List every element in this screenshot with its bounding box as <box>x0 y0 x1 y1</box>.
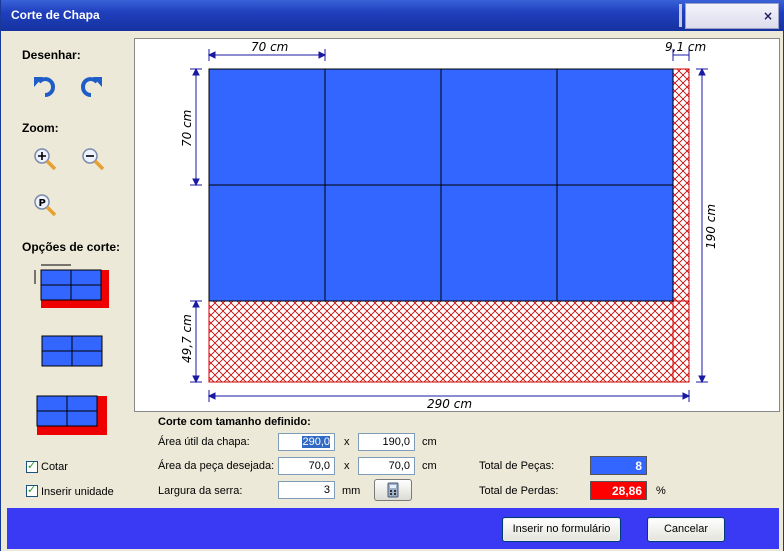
total-loss-value: 28,86 <box>590 481 647 500</box>
unit-cm-1: cm <box>422 436 437 448</box>
dim-bottom: 290 cm <box>427 397 472 411</box>
title-bar: Corte de Chapa × <box>1 0 784 31</box>
insert-unit-label: Inserir unidade <box>41 486 114 498</box>
times-sign-1: x <box>344 436 350 448</box>
sheet-area-label: Área útil da chapa: <box>158 436 250 448</box>
insert-unit-checkbox[interactable] <box>26 483 38 497</box>
cotar-checkbox[interactable] <box>26 459 38 473</box>
cotar-label: Cotar <box>41 461 68 473</box>
zoom-page-icon[interactable]: P <box>33 193 59 219</box>
waste-bottom <box>208 300 690 383</box>
dialog-window: Corte de Chapa × Desenhar: Zoom: P Opçõe… <box>0 0 784 551</box>
waste-right <box>672 68 690 302</box>
calculate-button[interactable] <box>374 479 412 501</box>
dim-top-right: 9,1 cm <box>665 40 706 54</box>
close-icon: × <box>762 9 773 23</box>
cut-option-3-button[interactable] <box>36 395 110 437</box>
dim-top: 70 cm <box>251 40 288 54</box>
zoom-out-icon[interactable] <box>81 147 107 173</box>
saw-width-input[interactable]: 3 <box>278 481 335 499</box>
total-pieces-value: 8 <box>590 456 647 475</box>
sheet-height-input[interactable]: 190,0 <box>358 433 415 451</box>
total-loss-label: Total de Perdas: <box>479 485 559 497</box>
cut-option-2-button[interactable] <box>41 335 105 369</box>
unit-cm-2: cm <box>422 460 437 472</box>
total-pieces-label: Total de Peças: <box>479 460 555 472</box>
cut-option-1-button[interactable] <box>31 262 113 312</box>
cut-diagram-canvas: 70 cm 9,1 cm 290 cm 70 cm 49,7 cm 190 cm <box>134 38 780 412</box>
close-button[interactable]: × <box>685 3 779 29</box>
window-title: Corte de Chapa <box>11 8 100 22</box>
piece-area-label: Área da peça desejada: <box>158 460 275 472</box>
undo-icon[interactable] <box>31 74 57 98</box>
cut-options-label: Opções de corte: <box>22 240 121 254</box>
calculator-icon <box>387 482 399 498</box>
cancel-button[interactable]: Cancelar <box>647 517 725 542</box>
cut-diagram: 70 cm 9,1 cm 290 cm 70 cm 49,7 cm 190 cm <box>180 40 718 411</box>
form-section-title: Corte com tamanho definido: <box>158 416 311 428</box>
piece-width-input[interactable]: 70,0 <box>278 457 335 475</box>
insert-into-form-button[interactable]: Inserir no formulário <box>502 517 621 542</box>
unit-mm: mm <box>342 485 361 497</box>
dim-left-top: 70 cm <box>180 110 194 147</box>
zoom-label: Zoom: <box>22 121 59 135</box>
sheet-width-input[interactable]: 290,0 <box>278 433 335 451</box>
dim-right: 190 cm <box>704 204 718 249</box>
sheet-width-value: 290,0 <box>302 436 330 448</box>
pieces-grid <box>208 68 674 302</box>
dim-left-bottom: 49,7 cm <box>180 314 194 363</box>
title-separator <box>679 4 682 27</box>
piece-height-input[interactable]: 70,0 <box>358 457 415 475</box>
percent-sign: % <box>656 485 666 497</box>
saw-width-label: Largura da serra: <box>158 485 243 497</box>
zoom-in-icon[interactable] <box>33 147 59 173</box>
redo-icon[interactable] <box>79 74 105 98</box>
draw-label: Desenhar: <box>22 48 81 62</box>
svg-text:P: P <box>39 198 46 209</box>
times-sign-2: x <box>344 460 350 472</box>
